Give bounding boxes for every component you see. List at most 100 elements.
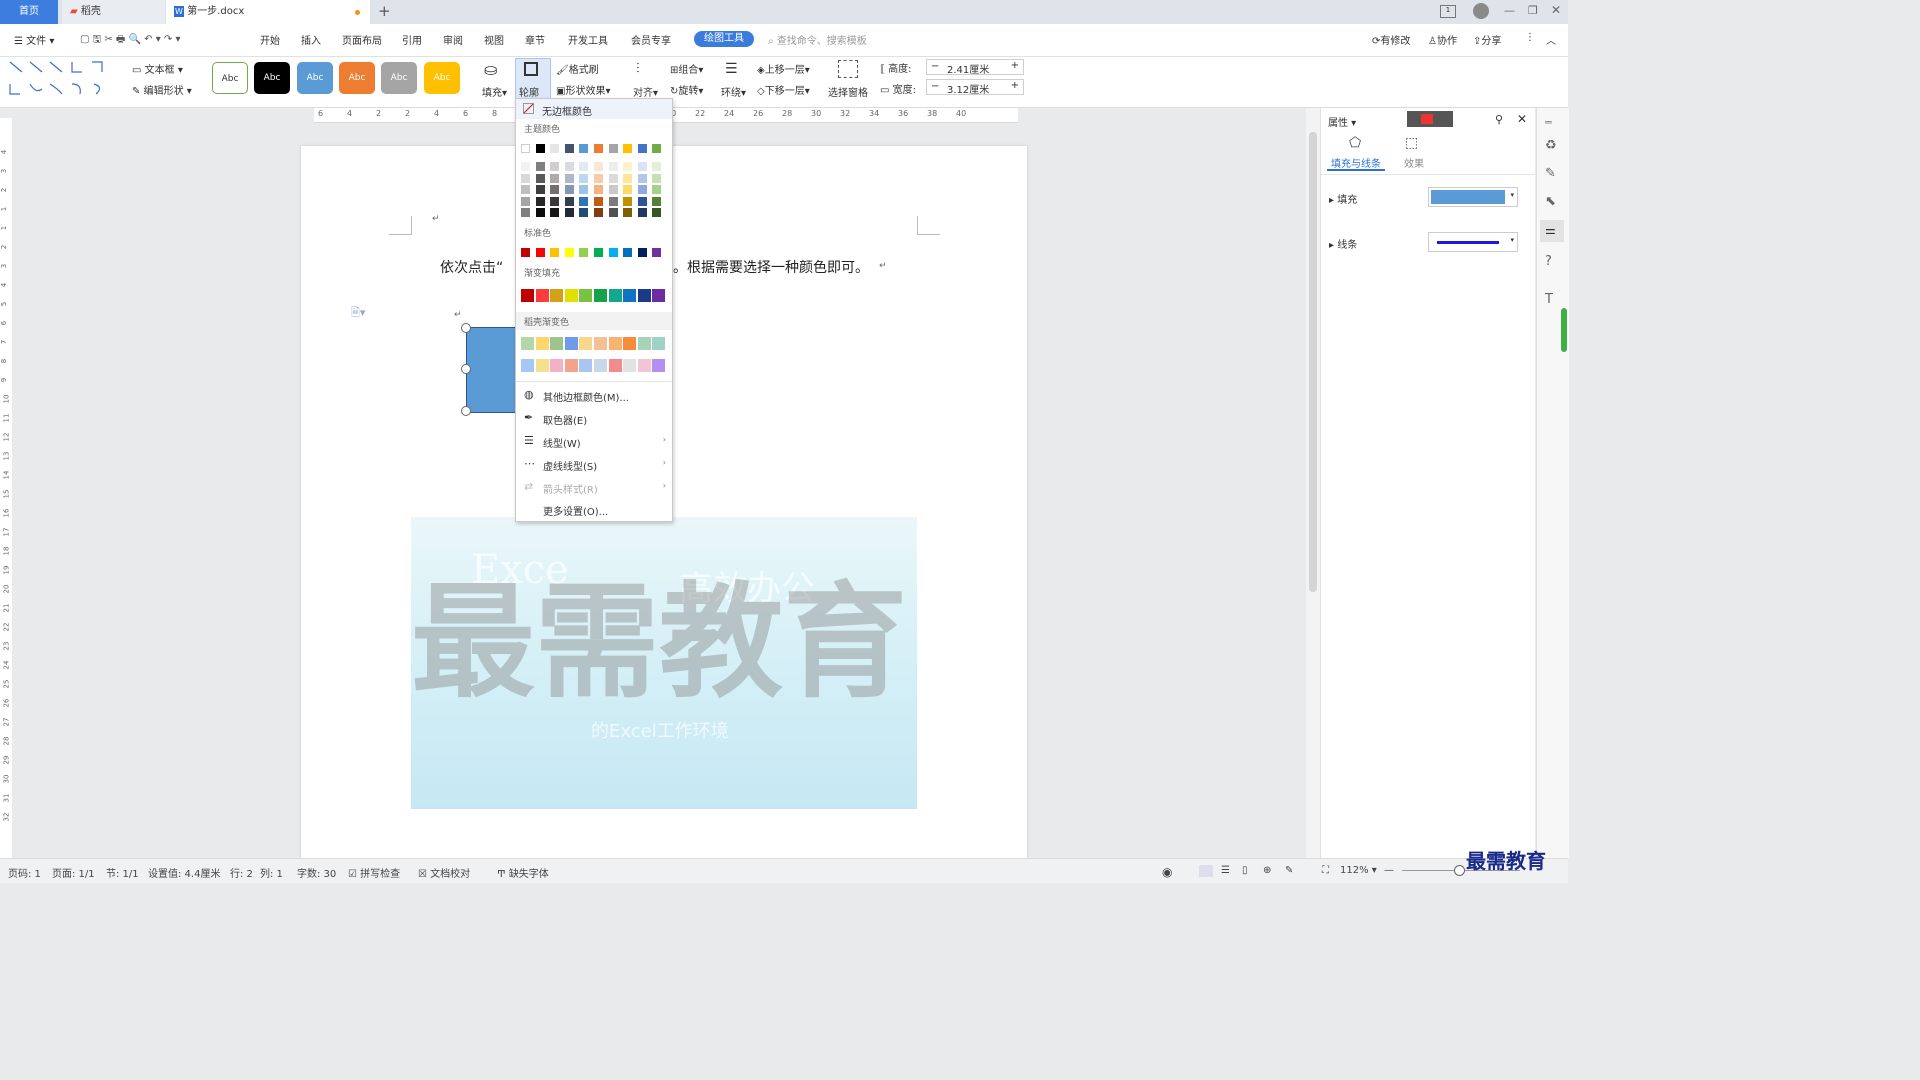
theme-shade-swatch[interactable] [652,162,662,171]
theme-shade-swatch[interactable] [521,196,530,206]
align-icon[interactable]: ⫶ [636,61,640,77]
theme-shade-swatch[interactable] [521,173,530,183]
daoke-gradient-swatch[interactable] [637,359,651,372]
status-words[interactable]: 字数: 30 [297,865,336,880]
zoom-dropdown[interactable]: 112% ▾ [1340,865,1377,876]
align-button[interactable]: 对齐▾ [633,84,658,99]
daoke-gradient-swatch[interactable] [550,359,564,372]
theme-color-swatch[interactable] [550,144,560,153]
menu-member[interactable]: 会员专享 [631,32,671,47]
resize-handle-tl[interactable] [461,323,471,333]
theme-shade-swatch[interactable] [579,185,589,194]
daoke-gradient-swatch[interactable] [550,337,564,350]
standard-color-swatch[interactable] [623,248,633,257]
collab-button[interactable]: ♙协作 [1428,32,1457,47]
shape-style-blue[interactable]: Abc [297,62,333,94]
close-window-icon[interactable]: ✕ [1551,3,1561,17]
theme-shade-swatch[interactable] [550,162,560,171]
menu-chapter[interactable]: 章节 [525,32,545,47]
shape-style-black[interactable]: Abc [254,62,290,94]
eye-protect-icon[interactable]: ◉ [1162,865,1172,879]
height-input[interactable]: − 2.41厘米 + [926,59,1024,76]
tab-daoke[interactable]: ▰ 稻壳 [62,0,165,24]
height-decrement[interactable]: − [931,61,939,72]
tab-effect[interactable]: 效果 [1404,155,1424,170]
daoke-gradient-swatch[interactable] [535,337,549,350]
cursor-icon[interactable]: ⬉ [1545,194,1556,209]
no-border-color-item[interactable]: 无边框颜色 [516,99,672,119]
theme-shade-swatch[interactable] [608,173,618,183]
theme-shade-swatch[interactable] [608,208,618,217]
wrap-icon[interactable]: ☰ [725,61,738,77]
daoke-gradient-swatch[interactable] [652,337,666,350]
theme-shade-swatch[interactable] [521,185,530,194]
theme-color-swatch[interactable] [579,144,589,153]
standard-color-swatch[interactable] [608,248,618,257]
zoom-out-button[interactable]: — [1384,865,1394,876]
shape-style-gray[interactable]: Abc [381,62,417,94]
page-view-icon[interactable] [1199,865,1213,877]
theme-shade-swatch[interactable] [652,196,662,206]
theme-shade-swatch[interactable] [594,173,603,183]
theme-shade-swatch[interactable] [623,173,633,183]
height-increment[interactable]: + [1011,60,1019,71]
shape-style-gold[interactable]: Abc [424,62,460,94]
fill-button[interactable]: 填充▾ [482,84,507,99]
vertical-scrollbar[interactable] [1306,108,1320,858]
theme-color-swatch[interactable] [652,144,662,153]
web-view-icon[interactable]: ⊕ [1263,865,1271,876]
close-panel-icon[interactable]: ✕ [1517,112,1527,126]
text-icon[interactable]: T [1545,292,1553,307]
tab-home[interactable]: 首页 [0,0,58,24]
theme-shade-swatch[interactable] [564,173,574,183]
rotate-button[interactable]: ↻旋转▾ [670,82,703,97]
theme-shade-swatch[interactable] [623,185,633,194]
standard-color-swatch[interactable] [594,248,603,257]
standard-color-swatch[interactable] [535,248,545,257]
width-decrement[interactable]: − [931,81,939,92]
standard-color-swatch[interactable] [637,248,647,257]
theme-shade-swatch[interactable] [637,196,647,206]
more-border-colors-item[interactable]: ◍ 其他边框颜色(M)... [516,385,672,405]
watermark-image[interactable]: Exce 高效办公 最需教育 的Excel工作环境 [411,517,917,809]
fit-page-icon[interactable]: ⛶ [1322,865,1329,876]
menu-insert[interactable]: 插入 [301,32,321,47]
gradient-fill-swatch[interactable] [652,289,666,302]
annotate-icon[interactable]: ✎ [1285,865,1293,876]
menu-view[interactable]: 视图 [484,32,504,47]
theme-shade-swatch[interactable] [623,162,633,171]
modify-button[interactable]: ⟳有修改 [1372,32,1410,47]
new-tab-button[interactable]: + [378,2,391,20]
daoke-gradient-swatch[interactable] [521,359,534,372]
daoke-gradient-swatch[interactable] [652,359,666,372]
avatar[interactable] [1473,3,1489,19]
file-menu[interactable]: ☰ 文件 ▾ [14,32,54,47]
gradient-fill-swatch[interactable] [637,289,651,302]
theme-shade-swatch[interactable] [579,196,589,206]
theme-shade-swatch[interactable] [535,162,545,171]
wrap-button[interactable]: 环绕▾ [721,84,746,99]
properties-title[interactable]: 属性 ▾ [1328,114,1356,129]
width-increment[interactable]: + [1011,80,1019,91]
properties-toggle[interactable]: ⚌ [1540,220,1564,242]
read-view-icon[interactable]: ▯ [1242,865,1248,876]
gradient-fill-swatch[interactable] [564,289,578,302]
select-pane-icon[interactable] [838,60,858,78]
theme-shade-swatch[interactable] [521,162,530,171]
daoke-gradient-swatch[interactable] [579,359,593,372]
resize-handle-ml[interactable] [461,364,471,374]
fill-bucket-icon[interactable]: ⛀ [484,60,497,79]
fill-color-picker[interactable]: ▾ [1428,187,1518,207]
theme-color-swatch[interactable] [623,144,633,153]
theme-shade-swatch[interactable] [550,173,560,183]
menu-start[interactable]: 开始 [260,32,280,47]
standard-color-swatch[interactable] [550,248,560,257]
restore-icon[interactable]: ❐ [1528,4,1538,17]
theme-shade-swatch[interactable] [652,208,662,217]
group-button[interactable]: ⊞组合▾ [670,61,703,76]
daoke-gradient-swatch[interactable] [637,337,651,350]
theme-shade-swatch[interactable] [608,162,618,171]
standard-color-swatch[interactable] [652,248,662,257]
shape-style-orange[interactable]: Abc [339,62,375,94]
resize-handle-bl[interactable] [461,406,471,416]
